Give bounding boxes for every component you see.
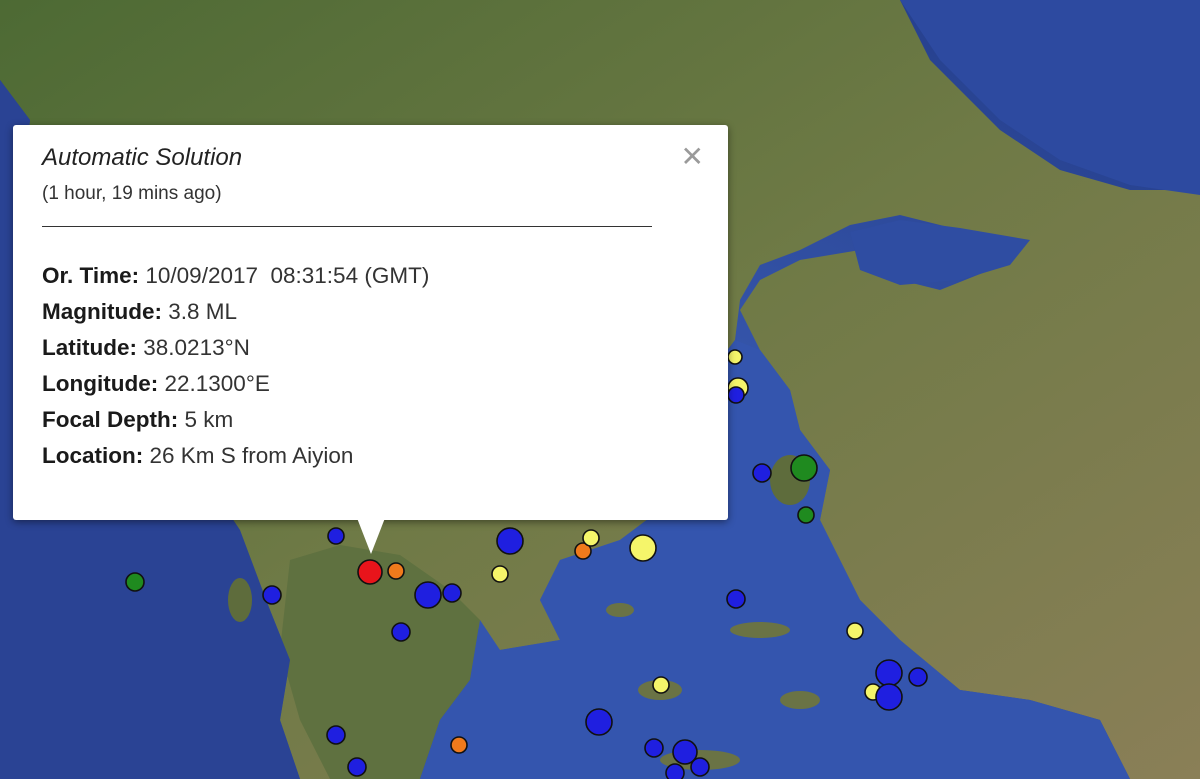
popup-time-ago: (1 hour, 19 mins ago): [42, 183, 222, 204]
quake-marker[interactable]: [665, 763, 685, 779]
detail-label: Or. Time:: [42, 263, 140, 288]
quake-marker[interactable]: [442, 583, 462, 603]
quake-details: Or. Time: 10/09/2017 08:31:54 (GMT) Magn…: [42, 258, 429, 474]
detail-value: 26 Km S from Aiyion: [149, 443, 354, 468]
quake-marker[interactable]: [327, 527, 345, 545]
quake-marker[interactable]: [387, 562, 405, 580]
close-button[interactable]: ✕: [681, 143, 704, 171]
detail-value: 22.1300°E: [164, 371, 270, 396]
detail-row-location: Location: 26 Km S from Aiyion: [42, 438, 429, 474]
quake-marker[interactable]: [652, 676, 670, 694]
detail-row-origin-time: Or. Time: 10/09/2017 08:31:54 (GMT): [42, 258, 429, 294]
detail-row-latitude: Latitude: 38.0213°N: [42, 330, 429, 366]
detail-value: 38.0213°N: [143, 335, 250, 360]
quake-marker[interactable]: [875, 683, 903, 711]
earthquake-info-popup: ✕ Automatic Solution (1 hour, 19 mins ag…: [13, 125, 728, 520]
quake-marker[interactable]: [496, 527, 524, 555]
detail-value: 10/09/2017 08:31:54 (GMT): [145, 263, 430, 288]
quake-marker[interactable]: [585, 708, 613, 736]
detail-row-magnitude: Magnitude: 3.8 ML: [42, 294, 429, 330]
popup-title: Automatic Solution: [42, 144, 243, 171]
quake-marker[interactable]: [797, 506, 815, 524]
detail-label: Longitude:: [42, 371, 159, 396]
quake-marker[interactable]: [414, 581, 442, 609]
island: [780, 691, 820, 709]
divider: [42, 226, 652, 227]
quake-marker[interactable]: [391, 622, 411, 642]
quake-marker[interactable]: [582, 529, 600, 547]
quake-marker[interactable]: [450, 736, 468, 754]
quake-marker[interactable]: [727, 386, 745, 404]
detail-row-focal-depth: Focal Depth: 5 km: [42, 402, 429, 438]
quake-marker[interactable]: [790, 454, 818, 482]
quake-marker[interactable]: [908, 667, 928, 687]
detail-row-longitude: Longitude: 22.1300°E: [42, 366, 429, 402]
quake-marker-selected[interactable]: [357, 559, 383, 585]
quake-marker[interactable]: [875, 659, 903, 687]
detail-value: 3.8 ML: [168, 299, 238, 324]
popup-pointer: [357, 518, 385, 554]
quake-marker[interactable]: [752, 463, 772, 483]
island: [730, 622, 790, 638]
quake-marker[interactable]: [262, 585, 282, 605]
detail-value: 5 km: [184, 407, 234, 432]
quake-marker[interactable]: [491, 565, 509, 583]
quake-marker[interactable]: [326, 725, 346, 745]
detail-label: Focal Depth:: [42, 407, 179, 432]
detail-label: Magnitude:: [42, 299, 162, 324]
quake-marker[interactable]: [690, 757, 710, 777]
quake-marker[interactable]: [846, 622, 864, 640]
quake-marker[interactable]: [125, 572, 145, 592]
quake-marker[interactable]: [629, 534, 657, 562]
detail-label: Location:: [42, 443, 144, 468]
island: [228, 578, 252, 622]
quake-marker[interactable]: [726, 589, 746, 609]
quake-marker[interactable]: [644, 738, 664, 758]
detail-label: Latitude:: [42, 335, 137, 360]
island: [606, 603, 634, 617]
quake-marker[interactable]: [727, 349, 743, 365]
quake-marker[interactable]: [347, 757, 367, 777]
